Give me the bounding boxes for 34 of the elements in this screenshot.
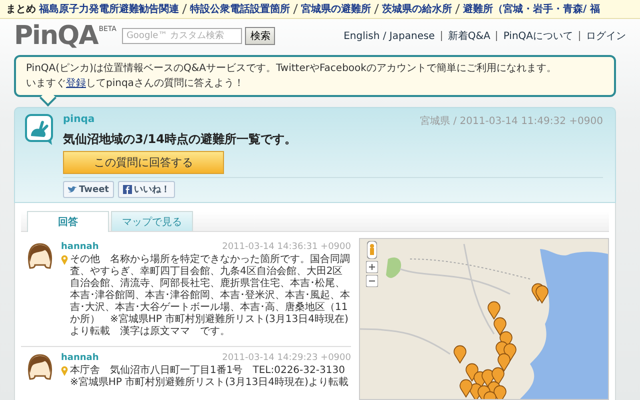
location-pin-icon: [61, 255, 68, 265]
search-button[interactable]: 検索: [245, 27, 276, 45]
avatar-icon: [27, 242, 53, 270]
answer-button[interactable]: この質問に回答する: [63, 151, 224, 174]
topic-link[interactable]: 特設公衆電話設置箇所: [190, 2, 290, 16]
tab[interactable]: 回答: [27, 211, 109, 232]
question-title: 気仙沼地域の3/14時点の避難所一覧です。: [63, 131, 298, 148]
zoom-in-icon[interactable]: [366, 261, 378, 273]
nav-link[interactable]: PinQAについて: [503, 29, 573, 43]
search-field[interactable]: Google™ カスタム検索: [122, 28, 242, 44]
bird-icon: [68, 186, 77, 194]
answer-text: 本庁舎 気仙沼市八日町一丁目1番1号 TEL:0226-32-3130 ※宮城県HP 市町村別避難所リスト(3月13日4時現在)より転載: [70, 365, 350, 389]
intro-text: いますぐ登録してpinqaさんの質問に答えよう！: [26, 76, 245, 91]
nav-link[interactable]: 新着Q&A: [448, 29, 490, 43]
topic-link[interactable]: 宮城県の避難所: [301, 2, 371, 16]
intro-text: PinQA(ピンカ)は位置情報ベースのQ&Aサービスです。TwitterやFacebookのアカウントで簡単にご利用になれます。: [26, 62, 558, 76]
tweet-button[interactable]: Tweet: [63, 181, 114, 198]
topic-link[interactable]: 避難所（宮城・岩手・青森/ 福: [463, 2, 600, 16]
like-button[interactable]: いいね！: [118, 181, 175, 198]
location-pin-icon: [61, 366, 68, 376]
question-meta: 宮城県 / 2011-03-14 11:49:32 +0900: [420, 114, 603, 128]
nav-link[interactable]: ログイン: [586, 29, 626, 43]
pinqa-logo[interactable]: PinQA: [14, 21, 98, 51]
topic-link[interactable]: 福島原子力発電所避難勧告関連: [39, 2, 179, 16]
zoom-out-icon[interactable]: [366, 275, 378, 287]
answer-text: その他 名称から場所を特定できなかった箇所です。国合同調査、やすらぎ、幸町四丁目会館、九条4区自治会館、大田2区自治会館、清流寺、阿部長社宅、鹿折県営住宅、本吉･松尾、本吉･津谷館岡、本吉･津谷館岡、本吉･登米沢、本吉･風起、本吉･大沢、本吉･大谷ゲートボール場、本吉･高、唐桑地区（11か所） ※宮城県HP 市町村別避難所リスト(3月13日4時現在)より転載 漢字は原文ママ です。: [70, 254, 351, 338]
nav-link[interactable]: English / Japanese: [344, 30, 435, 42]
register-link[interactable]: 登録: [66, 78, 86, 89]
summary-label: まとめ: [6, 3, 36, 16]
avatar-icon: [27, 353, 53, 381]
f-icon: [122, 185, 132, 194]
topic-link[interactable]: 茨城県の給水所: [382, 2, 452, 16]
answer-time: 2011-03-14 14:36:31 +0900: [222, 242, 351, 252]
answer-time: 2011-03-14 14:29:23 +0900: [222, 353, 351, 363]
